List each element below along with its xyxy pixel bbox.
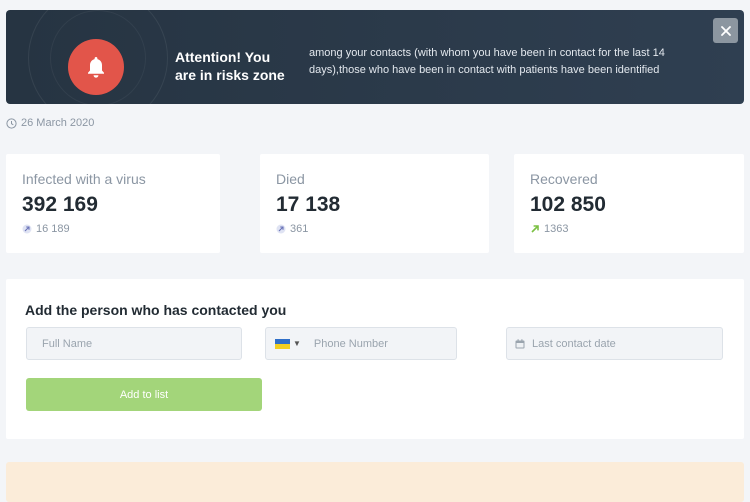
stat-value: 392 169 [22,193,98,216]
report-date: 26 March 2020 [6,117,94,129]
clock-icon [6,117,17,129]
stat-value: 17 138 [276,193,341,216]
close-button[interactable] [713,18,738,43]
add-contact-panel: Add the person who has contacted you Ful… [6,279,744,439]
full-name-placeholder: Full Name [42,337,93,350]
stat-card-died: Died 17 138 361 [260,154,489,253]
stat-delta-value: 1363 [544,223,569,235]
stat-delta: 361 [276,223,308,235]
date-text: 26 March 2020 [21,117,95,129]
arrow-up-right-icon [276,224,286,234]
stat-delta-value: 361 [290,223,309,235]
date-placeholder: Last contact date [532,337,616,350]
phone-number-field[interactable]: ▼ Phone Number [265,327,457,360]
alert-message: among your contacts (with whom you have … [309,47,665,76]
calendar-icon [515,338,525,348]
alert-title: Attention! You are in risks zone [175,49,285,83]
alert-banner: Attention! You are in risks zone among y… [6,10,744,104]
stat-value: 102 850 [530,193,606,216]
last-contact-date-field[interactable]: Last contact date [506,327,723,360]
form-title: Add the person who has contacted you [25,302,287,318]
stat-card-infected: Infected with a virus 392 169 16 189 [6,154,220,253]
arrow-up-right-icon [531,225,539,233]
stat-label: Died [276,171,305,187]
close-icon [720,25,731,36]
stat-label: Infected with a virus [22,171,146,187]
bell-icon [68,39,124,95]
stat-delta: 1363 [530,223,568,235]
arrow-up-right-icon [22,224,32,234]
stat-delta-value: 16 189 [36,223,70,235]
phone-placeholder: Phone Number [313,337,388,350]
stat-delta: 16 189 [22,223,70,235]
full-name-field[interactable]: Full Name [26,327,242,360]
chevron-down-icon[interactable]: ▼ [293,339,301,348]
warning-panel [6,462,744,502]
add-to-list-button[interactable]: Add to list [26,378,262,411]
ukraine-flag-icon[interactable] [275,338,290,349]
stat-card-recovered: Recovered 102 850 1363 [514,154,744,253]
stat-label: Recovered [530,171,598,187]
